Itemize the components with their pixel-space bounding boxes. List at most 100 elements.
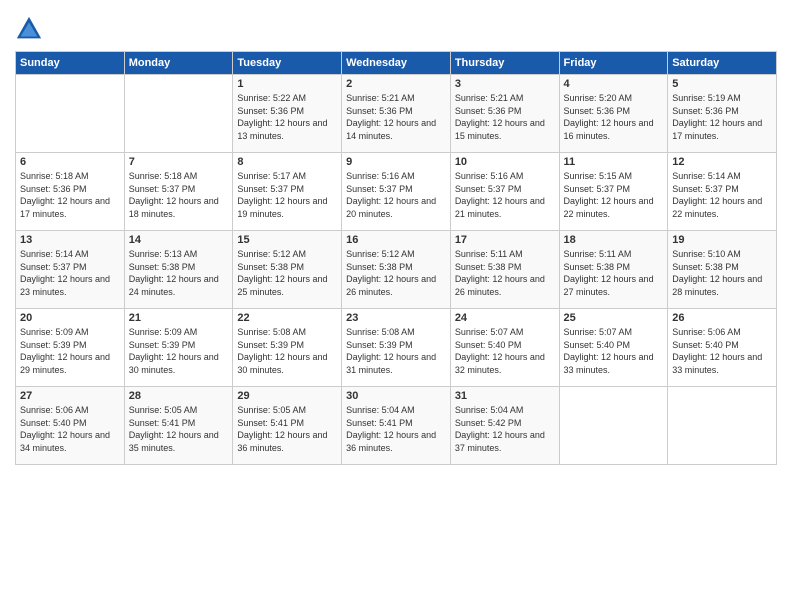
weekday-header: Friday — [559, 52, 668, 75]
calendar-cell: 29 Sunrise: 5:05 AMSunset: 5:41 PMDayligh… — [233, 387, 342, 465]
day-info: Sunrise: 5:05 AMSunset: 5:41 PMDaylight:… — [237, 404, 337, 454]
day-number: 16 — [346, 234, 446, 246]
day-number: 19 — [672, 234, 772, 246]
calendar-cell: 9 Sunrise: 5:16 AMSunset: 5:37 PMDaylight… — [342, 153, 451, 231]
day-info: Sunrise: 5:22 AMSunset: 5:36 PMDaylight:… — [237, 92, 337, 142]
day-number: 11 — [564, 156, 664, 168]
calendar-cell: 10 Sunrise: 5:16 AMSunset: 5:37 PMDayligh… — [450, 153, 559, 231]
day-number: 2 — [346, 78, 446, 90]
day-number: 12 — [672, 156, 772, 168]
day-number: 10 — [455, 156, 555, 168]
calendar-week-row: 1 Sunrise: 5:22 AMSunset: 5:36 PMDaylight… — [16, 75, 777, 153]
day-number: 28 — [129, 390, 229, 402]
calendar-cell: 12Sunrise: 5:14 AMSunset: 5:37 PMDayligh… — [668, 153, 777, 231]
calendar-cell: 16 Sunrise: 5:12 AMSunset: 5:38 PMDayligh… — [342, 231, 451, 309]
day-info: Sunrise: 5:20 AMSunset: 5:36 PMDaylight:… — [564, 92, 664, 142]
day-number: 22 — [237, 312, 337, 324]
day-number: 14 — [129, 234, 229, 246]
calendar-cell: 8Sunrise: 5:17 AMSunset: 5:37 PMDaylight… — [233, 153, 342, 231]
day-number: 24 — [455, 312, 555, 324]
calendar-cell — [668, 387, 777, 465]
day-number: 9 — [346, 156, 446, 168]
day-number: 15 — [237, 234, 337, 246]
logo — [15, 15, 46, 43]
calendar-cell: 25Sunrise: 5:07 AMSunset: 5:40 PMDayligh… — [559, 309, 668, 387]
day-info: Sunrise: 5:05 AMSunset: 5:41 PMDaylight:… — [129, 404, 229, 454]
calendar-cell — [16, 75, 125, 153]
header — [15, 10, 777, 43]
day-number: 13 — [20, 234, 120, 246]
day-info: Sunrise: 5:21 AMSunset: 5:36 PMDaylight:… — [455, 92, 555, 142]
day-number: 31 — [455, 390, 555, 402]
day-info: Sunrise: 5:17 AMSunset: 5:37 PMDaylight:… — [237, 170, 337, 220]
day-number: 26 — [672, 312, 772, 324]
calendar-week-row: 20 Sunrise: 5:09 AMSunset: 5:39 PMDayligh… — [16, 309, 777, 387]
weekday-header: Tuesday — [233, 52, 342, 75]
calendar-cell: 24 Sunrise: 5:07 AMSunset: 5:40 PMDayligh… — [450, 309, 559, 387]
day-info: Sunrise: 5:18 AMSunset: 5:37 PMDaylight:… — [129, 170, 229, 220]
weekday-header-row: SundayMondayTuesdayWednesdayThursdayFrid… — [16, 52, 777, 75]
calendar-cell: 5Sunrise: 5:19 AMSunset: 5:36 PMDaylight… — [668, 75, 777, 153]
day-info: Sunrise: 5:12 AMSunset: 5:38 PMDaylight:… — [237, 248, 337, 298]
day-number: 6 — [20, 156, 120, 168]
calendar-cell: 19 Sunrise: 5:10 AMSunset: 5:38 PMDayligh… — [668, 231, 777, 309]
day-info: Sunrise: 5:10 AMSunset: 5:38 PMDaylight:… — [672, 248, 772, 298]
calendar-cell: 18 Sunrise: 5:11 AMSunset: 5:38 PMDayligh… — [559, 231, 668, 309]
day-number: 5 — [672, 78, 772, 90]
calendar-cell: 11Sunrise: 5:15 AMSunset: 5:37 PMDayligh… — [559, 153, 668, 231]
logo-icon — [15, 15, 43, 43]
calendar-cell: 6 Sunrise: 5:18 AMSunset: 5:36 PMDaylight… — [16, 153, 125, 231]
calendar-cell: 7Sunrise: 5:18 AMSunset: 5:37 PMDaylight… — [124, 153, 233, 231]
calendar-week-row: 13 Sunrise: 5:14 AMSunset: 5:37 PMDayligh… — [16, 231, 777, 309]
calendar-week-row: 6 Sunrise: 5:18 AMSunset: 5:36 PMDaylight… — [16, 153, 777, 231]
calendar-cell: 4 Sunrise: 5:20 AMSunset: 5:36 PMDaylight… — [559, 75, 668, 153]
day-info: Sunrise: 5:08 AMSunset: 5:39 PMDaylight:… — [237, 326, 337, 376]
day-number: 29 — [237, 390, 337, 402]
day-info: Sunrise: 5:12 AMSunset: 5:38 PMDaylight:… — [346, 248, 446, 298]
calendar-cell: 1 Sunrise: 5:22 AMSunset: 5:36 PMDaylight… — [233, 75, 342, 153]
day-info: Sunrise: 5:11 AMSunset: 5:38 PMDaylight:… — [564, 248, 664, 298]
weekday-header: Thursday — [450, 52, 559, 75]
weekday-header: Monday — [124, 52, 233, 75]
day-number: 3 — [455, 78, 555, 90]
day-number: 17 — [455, 234, 555, 246]
day-info: Sunrise: 5:06 AMSunset: 5:40 PMDaylight:… — [20, 404, 120, 454]
day-info: Sunrise: 5:04 AMSunset: 5:42 PMDaylight:… — [455, 404, 555, 454]
page-container: SundayMondayTuesdayWednesdayThursdayFrid… — [0, 0, 792, 475]
day-info: Sunrise: 5:18 AMSunset: 5:36 PMDaylight:… — [20, 170, 120, 220]
day-number: 27 — [20, 390, 120, 402]
day-number: 21 — [129, 312, 229, 324]
day-number: 18 — [564, 234, 664, 246]
calendar-cell: 28 Sunrise: 5:05 AMSunset: 5:41 PMDayligh… — [124, 387, 233, 465]
calendar-table: SundayMondayTuesdayWednesdayThursdayFrid… — [15, 51, 777, 465]
day-info: Sunrise: 5:14 AMSunset: 5:37 PMDaylight:… — [20, 248, 120, 298]
day-number: 30 — [346, 390, 446, 402]
day-info: Sunrise: 5:07 AMSunset: 5:40 PMDaylight:… — [455, 326, 555, 376]
day-info: Sunrise: 5:21 AMSunset: 5:36 PMDaylight:… — [346, 92, 446, 142]
calendar-cell: 21Sunrise: 5:09 AMSunset: 5:39 PMDayligh… — [124, 309, 233, 387]
calendar-cell: 15 Sunrise: 5:12 AMSunset: 5:38 PMDayligh… — [233, 231, 342, 309]
day-number: 4 — [564, 78, 664, 90]
day-number: 23 — [346, 312, 446, 324]
day-info: Sunrise: 5:16 AMSunset: 5:37 PMDaylight:… — [346, 170, 446, 220]
calendar-cell: 31 Sunrise: 5:04 AMSunset: 5:42 PMDayligh… — [450, 387, 559, 465]
day-info: Sunrise: 5:16 AMSunset: 5:37 PMDaylight:… — [455, 170, 555, 220]
calendar-cell: 30 Sunrise: 5:04 AMSunset: 5:41 PMDayligh… — [342, 387, 451, 465]
calendar-cell: 2 Sunrise: 5:21 AMSunset: 5:36 PMDaylight… — [342, 75, 451, 153]
day-number: 1 — [237, 78, 337, 90]
day-info: Sunrise: 5:08 AMSunset: 5:39 PMDaylight:… — [346, 326, 446, 376]
day-info: Sunrise: 5:09 AMSunset: 5:39 PMDaylight:… — [20, 326, 120, 376]
day-number: 20 — [20, 312, 120, 324]
calendar-week-row: 27 Sunrise: 5:06 AMSunset: 5:40 PMDayligh… — [16, 387, 777, 465]
weekday-header: Saturday — [668, 52, 777, 75]
weekday-header: Sunday — [16, 52, 125, 75]
calendar-cell: 26 Sunrise: 5:06 AMSunset: 5:40 PMDayligh… — [668, 309, 777, 387]
day-info: Sunrise: 5:11 AMSunset: 5:38 PMDaylight:… — [455, 248, 555, 298]
calendar-cell: 14 Sunrise: 5:13 AMSunset: 5:38 PMDayligh… — [124, 231, 233, 309]
day-info: Sunrise: 5:13 AMSunset: 5:38 PMDaylight:… — [129, 248, 229, 298]
calendar-cell: 20 Sunrise: 5:09 AMSunset: 5:39 PMDayligh… — [16, 309, 125, 387]
weekday-header: Wednesday — [342, 52, 451, 75]
day-info: Sunrise: 5:04 AMSunset: 5:41 PMDaylight:… — [346, 404, 446, 454]
calendar-cell: 23 Sunrise: 5:08 AMSunset: 5:39 PMDayligh… — [342, 309, 451, 387]
day-info: Sunrise: 5:06 AMSunset: 5:40 PMDaylight:… — [672, 326, 772, 376]
